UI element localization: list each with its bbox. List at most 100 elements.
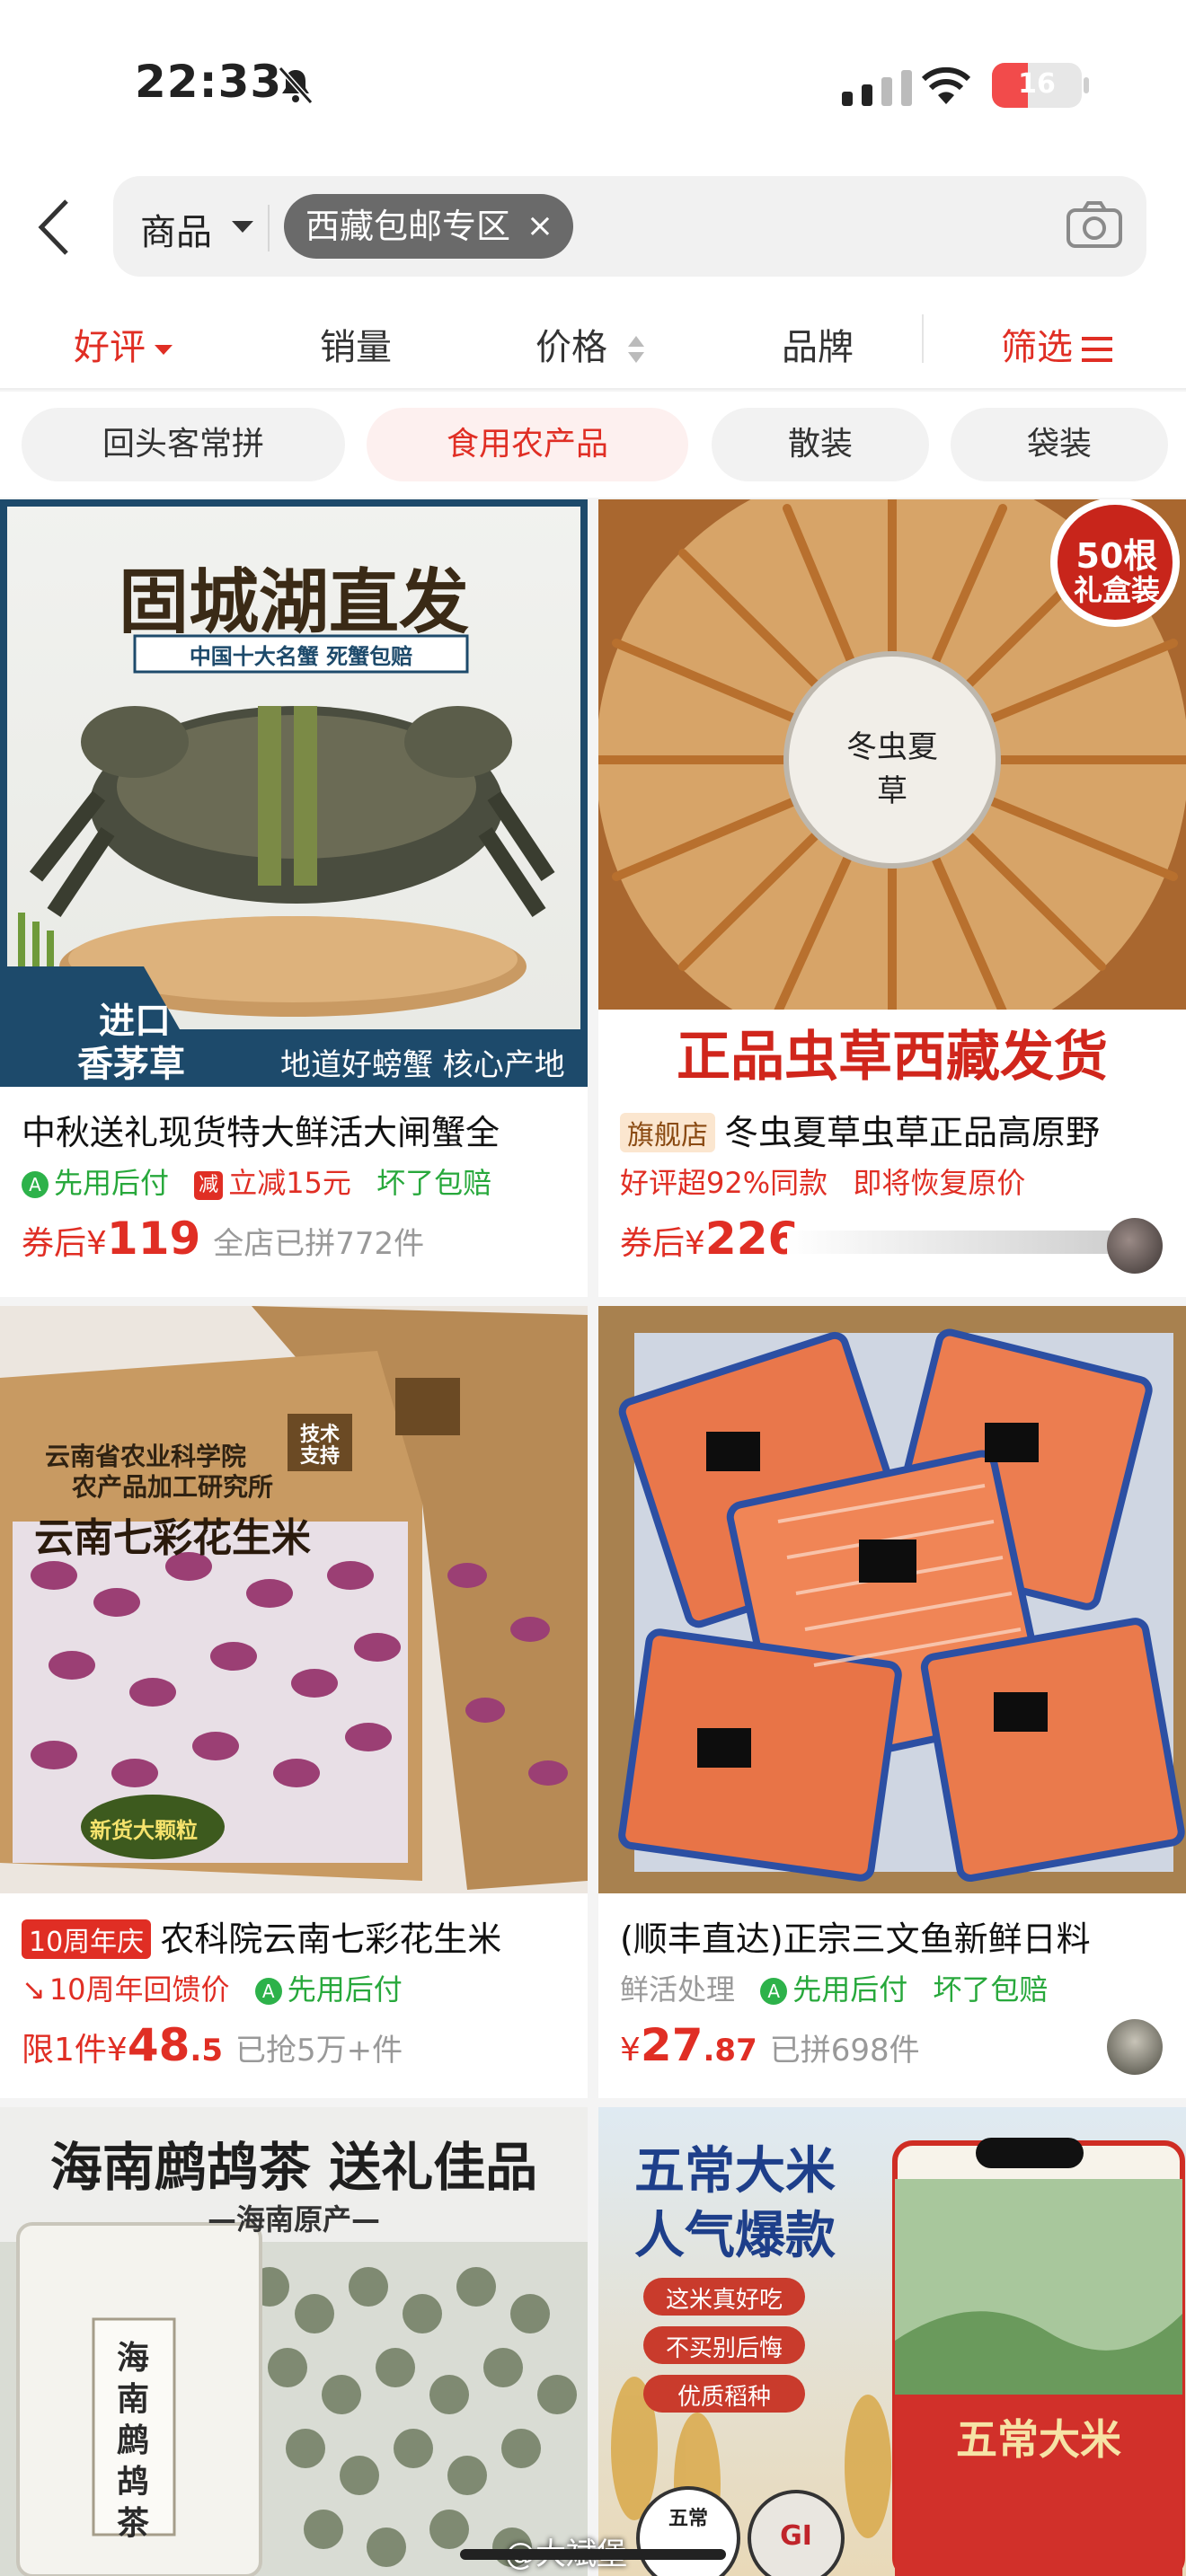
wifi-icon [921, 66, 971, 104]
tag-rating: 好评超92%同款 [620, 1166, 828, 1200]
image-product-name: 云南七彩花生米 [34, 1515, 311, 1561]
price-value: 27 [640, 2019, 704, 2071]
back-arrow-icon[interactable] [32, 196, 75, 259]
chip-farm-products[interactable]: 食用农产品 [367, 408, 688, 481]
camera-icon[interactable] [1066, 199, 1123, 250]
image-pill-3: 优质稻种 [677, 2384, 771, 2411]
product-tags: A 先用后付 减立减15元 坏了包赔 [22, 1160, 491, 1202]
sold-count: 已抢5万+件 [235, 2033, 403, 2069]
product-tags: 鲜活处理 A 先用后付 坏了包赔 [620, 1967, 1048, 2008]
sold-count: 全店已拼772件 [213, 1226, 425, 1262]
sort-rating[interactable]: 好评 [74, 318, 173, 370]
image-headline-line2: 人气爆款 [634, 2207, 836, 2265]
product-title[interactable]: 中秋送礼现货特大鲜活大闸蟹全 [22, 1105, 579, 1154]
sold-count: 已拼698件 [769, 2033, 920, 2069]
product-title: 冬虫夏草虫草正品高原野 [724, 1113, 1101, 1152]
image-bottom-label: 新货大颗粒 [90, 1818, 198, 1843]
image-corner-line2: 香茅草 [77, 1044, 185, 1085]
caret-down-icon [155, 344, 173, 355]
search-tag[interactable]: 西藏包邮专区 × [284, 194, 574, 259]
product-image[interactable]: 固城湖直发 中国十大名蟹 死蟹包赔 进口 香茅草 地道好螃蟹 核心产地 [0, 499, 588, 1087]
pay-later-icon: A [22, 1171, 49, 1198]
image-pill-1: 这米真好吃 [665, 2287, 783, 2314]
product-image[interactable]: 五常大米 人气爆款 这米真好吃 不买别后悔 优质稻种 五常大米 五常 GI [598, 2107, 1186, 2576]
product-image[interactable]: 海南鹧鸪茶 送礼佳品 —海南原产— 海南鹧鸪茶 [0, 2107, 588, 2576]
tag-anniversary-price: 10周年回馈价 [49, 1972, 230, 2007]
price-decimal: .87 [703, 2033, 757, 2069]
buyer-strip [787, 1231, 1111, 1254]
filter-button[interactable]: 筛选 [1001, 318, 1112, 370]
tag-close-icon[interactable]: × [527, 194, 553, 259]
home-indicator[interactable] [460, 2549, 726, 2560]
product-title: 农科院云南七彩花生米 [160, 1919, 502, 1959]
product-card[interactable]: 海南鹧鸪茶 送礼佳品 —海南原产— 海南鹧鸪茶 [0, 2107, 588, 2576]
sort-price-label: 价格 [535, 327, 607, 368]
sort-bar: 好评 销量 价格 品牌 筛选 [0, 296, 1186, 390]
product-card[interactable]: 50根 礼盒装 冬虫夏草 正品虫草西藏发货 旗舰店 冬虫夏草虫草正品高原野 好评超… [598, 499, 1186, 1297]
product-title-row[interactable]: 10周年庆 农科院云南七彩花生米 [22, 1911, 579, 1961]
sort-brand-label: 品牌 [782, 327, 854, 368]
image-lid-text: 冬虫夏草 [846, 729, 938, 809]
image-seal: 技术支持 [299, 1424, 340, 1468]
divider [922, 314, 924, 363]
tag-pay-later: 先用后付 [287, 1972, 403, 2007]
tag-price-restore: 即将恢复原价 [853, 1166, 1026, 1200]
pay-later-icon: A [760, 1978, 788, 2005]
image-headline: 固城湖直发 [118, 561, 469, 643]
image-institute-line2: 农产品加工研究所 [72, 1472, 274, 1502]
product-image[interactable] [598, 1306, 1186, 1893]
product-title-row[interactable]: 旗舰店 冬虫夏草虫草正品高原野 [620, 1105, 1177, 1154]
tag-fresh-processing: 鲜活处理 [620, 1972, 736, 2007]
chip-bulk[interactable]: 散装 [712, 408, 929, 481]
gi-logo: GI [780, 2520, 812, 2552]
price-value: 48 [127, 2019, 190, 2071]
image-pill-2: 不买别后悔 [665, 2335, 783, 2362]
sort-brand[interactable]: 品牌 [782, 318, 854, 370]
image-footer: 正品虫草西藏发货 [677, 1026, 1108, 1087]
caret-down-icon[interactable] [232, 221, 253, 233]
salmon-illustration [598, 1306, 1186, 1893]
image-headline: 海南鹧鸪茶 送礼佳品 [49, 2137, 538, 2198]
battery-indicator: 16 [992, 63, 1082, 108]
image-headline-line1: 五常大米 [634, 2142, 836, 2201]
tag-pay-later: 先用后付 [792, 1972, 908, 2007]
image-subtitle: 中国十大名蟹 死蟹包赔 [189, 644, 413, 669]
image-footer: 地道好螃蟹 核心产地 [280, 1047, 565, 1083]
pay-later-icon: A [254, 1978, 282, 2005]
divider [268, 205, 270, 251]
price-decimal: .5 [190, 2033, 223, 2069]
avatar [1107, 2019, 1163, 2075]
price-label: 券后¥ [22, 1225, 107, 1262]
product-image[interactable]: 云南省农业科学院 农产品加工研究所 技术支持 云南七彩花生米 新货大颗粒 [0, 1306, 588, 1893]
sort-price[interactable]: 价格 [535, 318, 646, 370]
chip-bagged[interactable]: 袋装 [951, 408, 1168, 481]
price-label: ¥ [620, 2032, 641, 2069]
bell-muted-icon [278, 66, 314, 105]
search-tag-label: 西藏包邮专区 [305, 207, 511, 246]
product-image[interactable]: 50根 礼盒装 冬虫夏草 正品虫草西藏发货 [598, 499, 1186, 1087]
product-card[interactable]: 五常大米 人气爆款 这米真好吃 不买别后悔 优质稻种 五常大米 五常 GI [598, 2107, 1186, 2576]
price-value: 226 [704, 1213, 800, 1265]
tag-damage-refund: 坏了包赔 [376, 1166, 492, 1200]
status-bar: 22:33 16 [0, 0, 1186, 171]
battery-percent: 16 [1018, 68, 1056, 100]
price-label: 券后¥ [620, 1225, 705, 1262]
sort-sales-label: 销量 [320, 327, 392, 368]
product-card[interactable]: (顺丰直达)正宗三文鱼新鲜日料 鲜活处理 A 先用后付 坏了包赔 ¥27.87 已拼… [598, 1306, 1186, 2098]
avatar [1107, 1218, 1163, 1274]
product-card[interactable]: 固城湖直发 中国十大名蟹 死蟹包赔 进口 香茅草 地道好螃蟹 核心产地 中秋送礼… [0, 499, 588, 1297]
product-card[interactable]: 云南省农业科学院 农产品加工研究所 技术支持 云南七彩花生米 新货大颗粒 10周… [0, 1306, 588, 2098]
image-subtitle: —海南原产— [207, 2202, 380, 2236]
image-bag-label: 五常大米 [956, 2415, 1121, 2464]
tag-damage-refund: 坏了包赔 [933, 1972, 1049, 2007]
anniversary-tag: 10周年庆 [22, 1919, 152, 1959]
trend-down-icon: ↘ [22, 1972, 46, 2007]
price-line: 券后¥119 全店已拼772件 [22, 1213, 424, 1265]
signal-icon [842, 70, 912, 106]
price-value: 119 [106, 1213, 201, 1265]
brand-logo: 五常 [668, 2508, 708, 2530]
chip-repeat-buyers[interactable]: 回头客常拼 [22, 408, 345, 481]
search-scope-select[interactable]: 商品 [140, 203, 212, 255]
product-title[interactable]: (顺丰直达)正宗三文鱼新鲜日料 [620, 1911, 1177, 1961]
sort-sales[interactable]: 销量 [320, 318, 392, 370]
